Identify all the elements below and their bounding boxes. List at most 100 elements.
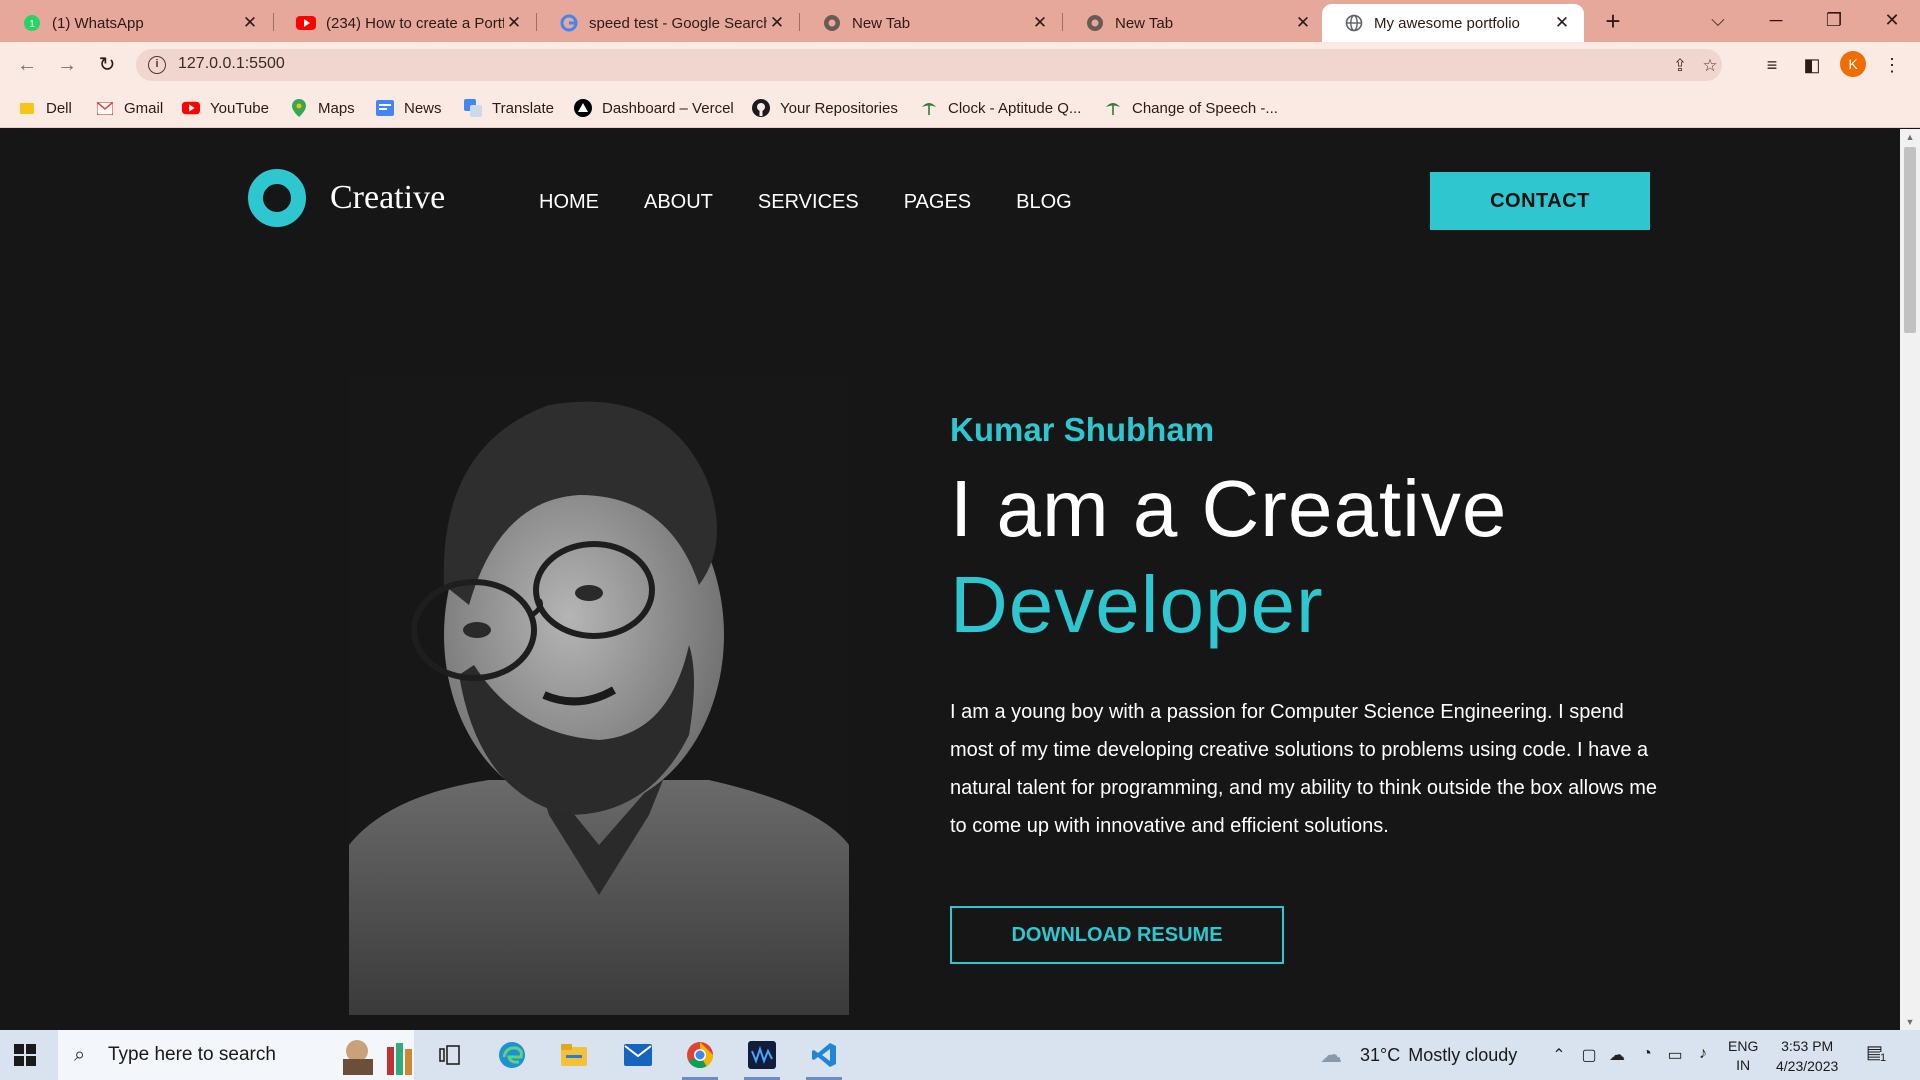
chevron-up-icon[interactable]: ⌃: [1548, 1045, 1570, 1065]
close-icon[interactable]: ✕: [767, 13, 787, 33]
more-menu-icon[interactable]: ⋮: [1878, 51, 1906, 79]
share-icon[interactable]: ⇪: [1670, 56, 1690, 76]
chrome-icon: [1085, 13, 1105, 33]
bookmark-youtube[interactable]: YouTube: [182, 96, 269, 120]
reload-icon[interactable]: ↻: [92, 51, 122, 79]
svg-text:1: 1: [29, 19, 35, 30]
tab-whatsapp[interactable]: 1 (1) WhatsApp ✕: [0, 4, 272, 42]
nav-about[interactable]: ABOUT: [644, 191, 713, 214]
scroll-thumb[interactable]: [1904, 147, 1916, 333]
tab-title: New Tab: [852, 14, 911, 32]
hero-name: Kumar Shubham: [950, 411, 1215, 448]
bookmark-translate[interactable]: Translate: [464, 96, 554, 120]
close-icon[interactable]: ✕: [1030, 13, 1050, 33]
windows-start-icon[interactable]: [14, 1044, 36, 1066]
bookmark-github[interactable]: Your Repositories: [752, 96, 898, 120]
url-text[interactable]: 127.0.0.1:5500: [178, 55, 285, 73]
volume-icon[interactable]: ♪: [1692, 1045, 1714, 1065]
hero-headline: I am a Creative: [950, 464, 1508, 553]
side-panel-icon[interactable]: ◧: [1798, 51, 1826, 79]
wifi-icon[interactable]: ◔: [1636, 1045, 1658, 1065]
site-logo[interactable]: Creative: [248, 169, 445, 227]
file-explorer-icon[interactable]: [556, 1038, 592, 1072]
edge-icon[interactable]: [494, 1038, 530, 1072]
mail-icon[interactable]: [620, 1038, 656, 1072]
google-icon: [559, 13, 579, 33]
onedrive-icon[interactable]: ☁: [1606, 1045, 1628, 1065]
notification-center-icon[interactable]: ▤ 1: [1866, 1042, 1892, 1066]
bookmark-maps[interactable]: Maps: [290, 96, 355, 120]
clock-date: 4/23/2023: [1776, 1058, 1839, 1074]
portrait-photo: [349, 375, 849, 1015]
tab-search-chevron-icon[interactable]: ⌵: [1698, 6, 1738, 34]
taskbar-search-placeholder: Type here to search: [108, 1044, 276, 1065]
close-icon[interactable]: ✕: [1293, 13, 1313, 33]
scroll-down-arrow-icon[interactable]: ▼: [1900, 1014, 1920, 1030]
youtube-icon: [296, 13, 316, 33]
chrome-icon: [822, 13, 842, 33]
tab-title: (1) WhatsApp: [52, 14, 144, 32]
clock-time: 3:53 PM: [1781, 1038, 1834, 1054]
bookmark-gmail[interactable]: Gmail: [96, 96, 163, 120]
leaf-icon: [1104, 99, 1122, 117]
media-queue-icon[interactable]: ≡: [1758, 51, 1786, 79]
page-scrollbar[interactable]: ▲ ▼: [1900, 129, 1920, 1030]
chrome-taskbar-icon[interactable]: [682, 1038, 718, 1080]
hero-text: Kumar Shubham I am a Creative Developer …: [950, 411, 1660, 845]
folder-icon: [18, 99, 36, 117]
new-tab-button[interactable]: +: [1598, 8, 1628, 36]
bookmark-change-of-speech[interactable]: Change of Speech -...: [1104, 96, 1278, 120]
logo-text: Creative: [330, 179, 446, 216]
task-view-icon[interactable]: [432, 1038, 468, 1072]
tab-new-tab[interactable]: New Tab ✕: [1063, 4, 1325, 42]
tab-google-search[interactable]: speed test - Google Search ✕: [537, 4, 799, 42]
tab-new-tab[interactable]: New Tab ✕: [800, 4, 1062, 42]
notification-count: 1: [1880, 1052, 1887, 1064]
back-arrow-icon[interactable]: ←: [12, 51, 42, 79]
close-icon[interactable]: ✕: [504, 13, 524, 33]
bookmark-dell[interactable]: Dell: [18, 96, 72, 120]
nav-home[interactable]: HOME: [539, 191, 599, 214]
gmail-icon: [96, 99, 114, 117]
bookmark-label: Dell: [46, 99, 72, 117]
audio-app-icon[interactable]: [744, 1038, 780, 1080]
close-icon[interactable]: ✕: [240, 13, 260, 33]
search-icon: ⌕: [74, 1043, 86, 1066]
input-language[interactable]: ENG IN: [1728, 1037, 1758, 1075]
forward-arrow-icon[interactable]: →: [52, 51, 82, 79]
bookmark-news[interactable]: News: [376, 96, 442, 120]
tab-title: New Tab: [1115, 14, 1174, 32]
download-resume-button[interactable]: DOWNLOAD RESUME: [950, 906, 1284, 964]
close-icon[interactable]: ✕: [1552, 13, 1572, 33]
vscode-icon[interactable]: [806, 1038, 842, 1080]
tab-youtube[interactable]: (234) How to create a Portfolio ✕: [274, 4, 536, 42]
nav-blog[interactable]: BLOG: [1016, 191, 1072, 214]
system-clock[interactable]: 3:53 PM 4/23/2023: [1776, 1036, 1838, 1076]
address-bar[interactable]: i 127.0.0.1:5500 ⇪ ☆: [136, 49, 1722, 81]
bookmarks-bar: Dell Gmail YouTube Maps News Translate D…: [0, 88, 1920, 128]
meet-now-icon[interactable]: ▢: [1578, 1045, 1600, 1065]
nav-pages[interactable]: PAGES: [904, 191, 971, 214]
page-viewport: Creative HOME ABOUT SERVICES PAGES BLOG …: [0, 129, 1900, 1030]
whatsapp-icon: 1: [22, 13, 42, 33]
scroll-up-arrow-icon[interactable]: ▲: [1900, 129, 1920, 145]
bookmark-clock-aptitude[interactable]: Clock - Aptitude Q...: [920, 96, 1081, 120]
tab-my-awesome-portfolio[interactable]: My awesome portfolio ✕: [1322, 4, 1584, 42]
contact-button[interactable]: CONTACT: [1430, 172, 1650, 230]
minimize-icon[interactable]: ─: [1756, 6, 1796, 34]
battery-icon[interactable]: ▭: [1664, 1045, 1686, 1065]
nav-services[interactable]: SERVICES: [758, 191, 859, 214]
browser-toolbar: ← → ↻ i 127.0.0.1:5500 ⇪ ☆ ≡ ◧ K ⋮: [0, 42, 1920, 88]
weather-temp: 31°C: [1360, 1044, 1401, 1065]
star-icon[interactable]: ☆: [1700, 56, 1720, 76]
bookmark-label: Dashboard – Vercel: [602, 99, 734, 117]
search-highlight-illustration[interactable]: [332, 1038, 422, 1075]
bookmark-label: Clock - Aptitude Q...: [948, 99, 1082, 117]
main-nav: HOME ABOUT SERVICES PAGES BLOG: [539, 191, 1117, 214]
weather-widget[interactable]: ☁ 31°C Mostly cloudy: [1320, 1042, 1517, 1068]
bookmark-vercel[interactable]: Dashboard – Vercel: [574, 96, 734, 120]
profile-avatar[interactable]: K: [1840, 51, 1866, 77]
site-info-icon[interactable]: i: [148, 56, 166, 74]
close-window-icon[interactable]: ✕: [1872, 6, 1912, 34]
restore-icon[interactable]: ❐: [1814, 6, 1854, 34]
